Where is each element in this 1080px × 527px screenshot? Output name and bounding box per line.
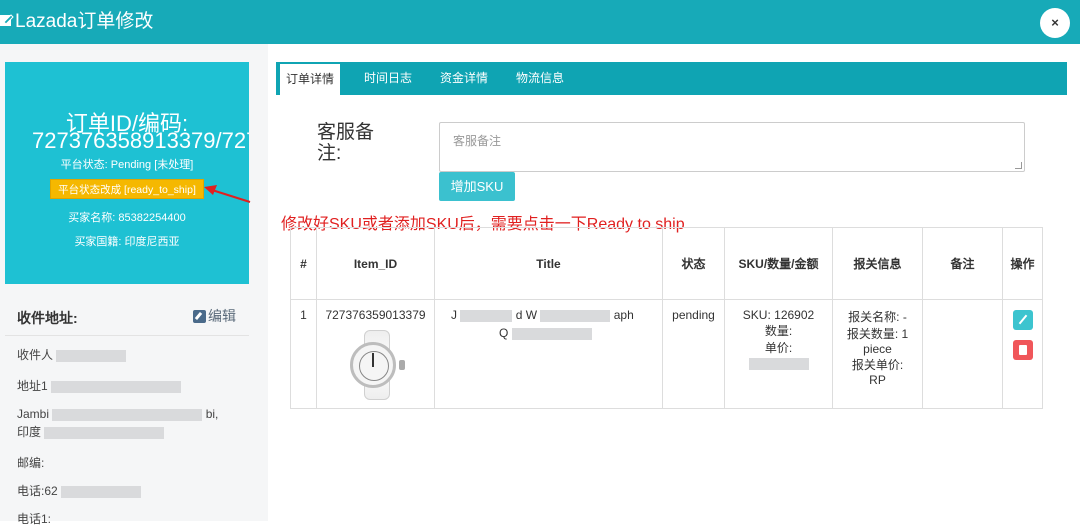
row-title-line2: Q [451, 326, 662, 340]
col-header-customs: 报关信息 [832, 227, 923, 300]
row-title-cell: J d W aph Q [434, 299, 663, 409]
row-status: pending [662, 299, 725, 409]
table-row: 1 727376359013379 J d W aph Q pending SK… [290, 299, 1043, 409]
sku-table: # Item_ID Title 状态 SKU/数量/金额 报关信息 备注 操作 … [290, 227, 1043, 409]
row-customs-unit: piece [863, 342, 892, 356]
row-item-id: 727376359013379 [325, 308, 426, 322]
row-price-label: 单价: [764, 341, 793, 355]
col-header-sku: SKU/数量/金额 [724, 227, 833, 300]
col-header-note: 备注 [922, 227, 1003, 300]
col-header-index: # [290, 227, 317, 300]
title-end: aph [613, 308, 634, 322]
col-header-item-id: Item_ID [316, 227, 435, 300]
title-mid: d W [515, 308, 538, 322]
row-price [725, 356, 832, 370]
row-title-line1: J d W aph [451, 308, 662, 322]
redacted-text [511, 327, 592, 340]
row-customs-price: RP [869, 373, 886, 387]
row-index: 1 [290, 299, 317, 409]
row-delete-button[interactable] [1012, 340, 1033, 360]
row-qty-label: 数量: [764, 324, 793, 338]
product-image [342, 330, 410, 400]
row-customs-price-label: 报关单价: [851, 358, 904, 372]
redacted-text [748, 357, 809, 370]
col-header-actions: 操作 [1002, 227, 1043, 300]
row-customs-cell: 报关名称: - 报关数量: 1 piece 报关单价: RP [832, 299, 923, 409]
col-header-title: Title [434, 227, 663, 300]
row-edit-button[interactable] [1012, 310, 1033, 330]
row-customs-qty: 报关数量: 1 [846, 327, 909, 341]
col-header-status: 状态 [662, 227, 725, 300]
row-customs-name: 报关名称: - [848, 310, 907, 324]
row-note [922, 299, 1003, 409]
row-sku: SKU: 126902 [742, 308, 815, 322]
row-item-cell: 727376359013379 [316, 299, 435, 409]
title-start: J [451, 308, 457, 322]
table-header-row: # Item_ID Title 状态 SKU/数量/金额 报关信息 备注 操作 [290, 227, 1043, 300]
redacted-text [460, 309, 513, 322]
row-actions-cell [1002, 299, 1043, 409]
row-sku-cell: SKU: 126902 数量: 单价: [724, 299, 833, 409]
redacted-text [540, 309, 611, 322]
title-line2: Q [499, 326, 509, 340]
